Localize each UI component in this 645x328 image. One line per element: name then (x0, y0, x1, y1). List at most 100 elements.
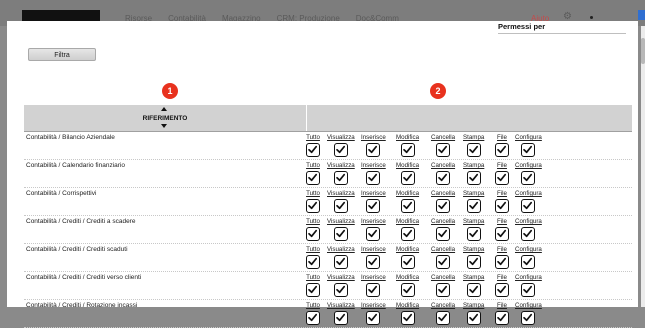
checkbox-file[interactable] (495, 227, 509, 241)
permission-label-stampa[interactable]: Stampa (463, 218, 484, 226)
permission-label-cancella[interactable]: Cancella (431, 274, 455, 282)
checkbox-file[interactable] (495, 311, 509, 325)
permission-label-stampa[interactable]: Stampa (463, 162, 484, 170)
permission-label-file[interactable]: File (495, 302, 509, 310)
permission-label-modifica[interactable]: Modifica (396, 134, 419, 142)
checkbox-visualizza[interactable] (333, 199, 348, 213)
checkbox-inserisce[interactable] (366, 283, 381, 297)
checkbox-visualizza[interactable] (333, 255, 348, 269)
permission-label-visualizza[interactable]: Visualizza (327, 134, 355, 142)
checkbox-tutto[interactable] (306, 171, 320, 185)
permission-label-cancella[interactable]: Cancella (431, 162, 455, 170)
checkbox-inserisce[interactable] (366, 171, 381, 185)
checkbox-configura[interactable] (521, 143, 536, 157)
permission-label-configura[interactable]: Configura (515, 302, 542, 310)
checkbox-file[interactable] (495, 255, 509, 269)
checkbox-visualizza[interactable] (333, 227, 348, 241)
permission-label-tutto[interactable]: Tutto (306, 218, 320, 226)
checkbox-tutto[interactable] (306, 227, 320, 241)
filter-button[interactable]: Filtra (28, 48, 96, 61)
checkbox-inserisce[interactable] (366, 199, 381, 213)
checkbox-tutto[interactable] (306, 143, 320, 157)
permission-label-cancella[interactable]: Cancella (431, 246, 455, 254)
checkbox-stampa[interactable] (466, 311, 481, 325)
permission-label-inserisce[interactable]: Inserisce (361, 162, 386, 170)
permission-label-cancella[interactable]: Cancella (431, 218, 455, 226)
checkbox-configura[interactable] (521, 171, 536, 185)
permission-label-inserisce[interactable]: Inserisce (361, 274, 386, 282)
checkbox-file[interactable] (495, 171, 509, 185)
permission-label-configura[interactable]: Configura (515, 274, 542, 282)
checkbox-cancella[interactable] (436, 171, 451, 185)
checkbox-stampa[interactable] (466, 143, 481, 157)
checkbox-modifica[interactable] (400, 283, 415, 297)
checkbox-configura[interactable] (521, 255, 536, 269)
sort-ascending-icon[interactable] (161, 107, 167, 111)
sort-descending-icon[interactable] (161, 124, 167, 128)
permission-label-tutto[interactable]: Tutto (306, 190, 320, 198)
checkbox-configura[interactable] (521, 199, 536, 213)
checkbox-inserisce[interactable] (366, 227, 381, 241)
checkbox-cancella[interactable] (436, 311, 451, 325)
checkbox-configura[interactable] (521, 283, 536, 297)
permission-label-file[interactable]: File (495, 274, 509, 282)
checkbox-modifica[interactable] (400, 199, 415, 213)
permission-label-file[interactable]: File (495, 218, 509, 226)
checkbox-file[interactable] (495, 283, 509, 297)
checkbox-configura[interactable] (521, 227, 536, 241)
app-corner-icon[interactable] (638, 10, 645, 20)
page-scrollbar[interactable] (641, 26, 645, 307)
checkbox-stampa[interactable] (466, 171, 481, 185)
permission-label-stampa[interactable]: Stampa (463, 274, 484, 282)
user-menu-icon[interactable] (590, 16, 593, 19)
checkbox-cancella[interactable] (436, 255, 451, 269)
permission-label-inserisce[interactable]: Inserisce (361, 302, 386, 310)
permission-label-modifica[interactable]: Modifica (396, 190, 419, 198)
checkbox-stampa[interactable] (466, 255, 481, 269)
permission-label-file[interactable]: File (495, 134, 509, 142)
checkbox-modifica[interactable] (400, 171, 415, 185)
checkbox-cancella[interactable] (436, 143, 451, 157)
checkbox-stampa[interactable] (466, 199, 481, 213)
checkbox-cancella[interactable] (436, 283, 451, 297)
permission-label-inserisce[interactable]: Inserisce (361, 218, 386, 226)
column-header-riferimento[interactable]: RIFERIMENTO (24, 105, 307, 131)
permission-label-file[interactable]: File (495, 162, 509, 170)
permission-label-visualizza[interactable]: Visualizza (327, 218, 355, 226)
checkbox-modifica[interactable] (400, 227, 415, 241)
permission-label-stampa[interactable]: Stampa (463, 246, 484, 254)
permission-label-visualizza[interactable]: Visualizza (327, 246, 355, 254)
checkbox-file[interactable] (495, 199, 509, 213)
permission-label-modifica[interactable]: Modifica (396, 218, 419, 226)
checkbox-tutto[interactable] (306, 311, 320, 325)
permission-label-modifica[interactable]: Modifica (396, 246, 419, 254)
checkbox-cancella[interactable] (436, 199, 451, 213)
permission-label-tutto[interactable]: Tutto (306, 274, 320, 282)
permission-label-visualizza[interactable]: Visualizza (327, 302, 355, 310)
checkbox-file[interactable] (495, 143, 509, 157)
permission-label-configura[interactable]: Configura (515, 162, 542, 170)
checkbox-inserisce[interactable] (366, 255, 381, 269)
permission-label-cancella[interactable]: Cancella (431, 302, 455, 310)
permission-label-visualizza[interactable]: Visualizza (327, 162, 355, 170)
checkbox-visualizza[interactable] (333, 171, 348, 185)
permission-label-tutto[interactable]: Tutto (306, 134, 320, 142)
checkbox-modifica[interactable] (400, 143, 415, 157)
checkbox-inserisce[interactable] (366, 143, 381, 157)
permission-label-configura[interactable]: Configura (515, 134, 542, 142)
permission-label-file[interactable]: File (495, 246, 509, 254)
permission-label-configura[interactable]: Configura (515, 246, 542, 254)
checkbox-modifica[interactable] (400, 255, 415, 269)
scrollbar-thumb[interactable] (641, 38, 645, 64)
checkbox-visualizza[interactable] (333, 283, 348, 297)
permission-label-tutto[interactable]: Tutto (306, 162, 320, 170)
checkbox-visualizza[interactable] (333, 143, 348, 157)
permission-label-modifica[interactable]: Modifica (396, 302, 419, 310)
checkbox-stampa[interactable] (466, 227, 481, 241)
permission-label-stampa[interactable]: Stampa (463, 190, 484, 198)
permission-label-modifica[interactable]: Modifica (396, 274, 419, 282)
checkbox-cancella[interactable] (436, 227, 451, 241)
checkbox-stampa[interactable] (466, 283, 481, 297)
permission-label-file[interactable]: File (495, 190, 509, 198)
permission-label-tutto[interactable]: Tutto (306, 246, 320, 254)
